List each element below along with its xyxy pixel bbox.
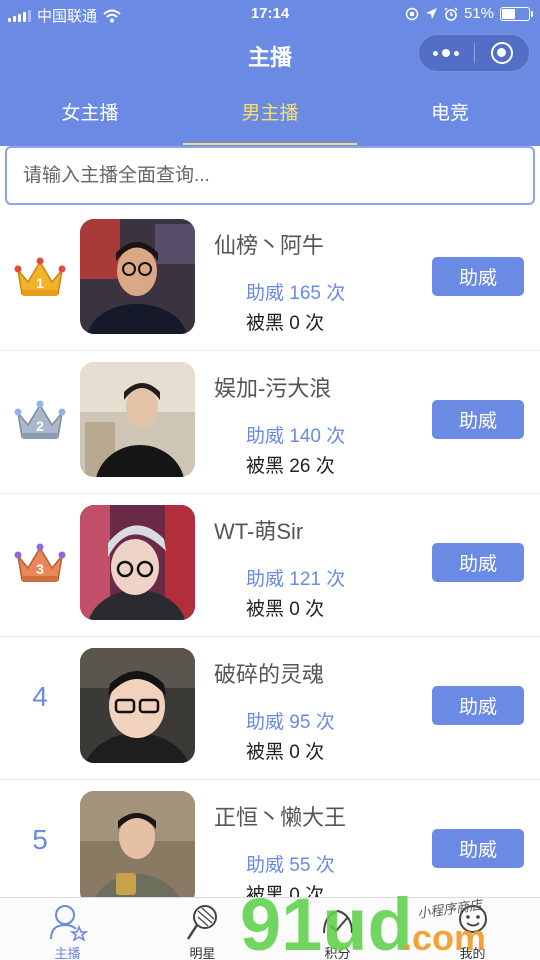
bronze-crown-icon: 3: [14, 543, 66, 582]
tabbar-item-streamers[interactable]: 主播: [0, 898, 135, 960]
more-dots-icon: [433, 49, 460, 57]
location-icon: [425, 8, 437, 19]
tabbar-label: 积分: [324, 946, 351, 960]
close-button[interactable]: [474, 34, 529, 72]
category-tabs: 女主播 男主播 电竞: [0, 84, 540, 146]
rank-number: 5: [32, 824, 48, 855]
cheer-button[interactable]: 助威: [432, 400, 524, 439]
cheer-count: 助威 140 次: [246, 426, 346, 447]
svg-text:1: 1: [36, 275, 44, 291]
list-item[interactable]: 3 WT-萌Sir 助威 121 次 被黑 0 次 助威: [0, 494, 540, 637]
battery-icon: [500, 6, 533, 21]
search-bar: [0, 146, 540, 208]
list-item[interactable]: 5 正恒丶懒大王 助威 55 次 被黑 0 次 助威: [0, 780, 540, 897]
streamer-name: WT-萌Sir: [214, 519, 304, 544]
battery-percent: 51%: [463, 5, 494, 22]
avatar[interactable]: [80, 219, 195, 334]
star-icon: [186, 905, 217, 940]
cheer-count: 助威 121 次: [246, 569, 346, 590]
alarm-icon: [444, 6, 458, 21]
cheer-button[interactable]: 助威: [432, 543, 524, 582]
streamer-icon: [49, 905, 88, 941]
points-icon: [322, 909, 353, 934]
avatar[interactable]: [80, 505, 195, 620]
cheer-button[interactable]: 助威: [432, 257, 524, 296]
tabbar-item-mine[interactable]: 我的: [405, 898, 540, 960]
streamer-name: 正恒丶懒大王: [214, 805, 347, 830]
battery-level: [502, 8, 515, 19]
black-count: 被黑 0 次: [246, 313, 325, 334]
orientation-lock-icon: [405, 7, 419, 20]
tabbar-label: 主播: [54, 946, 81, 960]
list-item[interactable]: 2 娱加-污大浪 助威 140 次 被黑 26 次 助威: [0, 351, 540, 494]
tab-female-streamers[interactable]: 女主播: [0, 84, 180, 146]
close-target-icon: [490, 42, 513, 64]
rank-number: 4: [32, 681, 48, 712]
cheer-count: 助威 165 次: [246, 283, 346, 304]
black-count: 被黑 26 次: [246, 456, 335, 477]
mini-program-capsule: [418, 34, 530, 72]
status-right: 51%: [405, 5, 533, 22]
gold-crown-icon: 1: [14, 257, 66, 296]
black-count: 被黑 0 次: [246, 885, 325, 897]
avatar[interactable]: [80, 648, 195, 763]
tabbar-label: 明星: [189, 946, 216, 960]
list-item[interactable]: 4 破碎的灵魂 助威 95 次 被黑 0 次 助威: [0, 637, 540, 780]
svg-text:3: 3: [36, 561, 44, 577]
black-count: 被黑 0 次: [246, 742, 325, 763]
black-count: 被黑 0 次: [246, 599, 325, 620]
profile-icon: [458, 905, 487, 933]
tabbar-label: 我的: [459, 946, 486, 960]
list-item[interactable]: 1 仙榜丶阿牛 助威 165 次 被黑 0 次 助威: [0, 208, 540, 351]
status-bar: 中国联通 17:14 51%: [0, 0, 540, 28]
cheer-button[interactable]: 助威: [432, 829, 524, 868]
cheer-count: 助威 55 次: [246, 855, 335, 876]
search-input[interactable]: [5, 146, 535, 205]
avatar[interactable]: [80, 362, 195, 477]
silver-crown-icon: 2: [14, 400, 66, 439]
avatar[interactable]: [80, 791, 195, 897]
streamer-name: 仙榜丶阿牛: [214, 233, 325, 258]
nav-bar: 主播: [0, 28, 540, 84]
streamer-list[interactable]: 1 仙榜丶阿牛 助威 165 次 被黑 0 次 助威 2 娱加-污大浪 助威 1…: [0, 208, 540, 897]
bottom-tab-bar: 主播 明星 积分 我的: [0, 897, 540, 960]
cheer-count: 助威 95 次: [246, 712, 335, 733]
tabbar-item-stars[interactable]: 明星: [135, 898, 270, 960]
streamer-name: 娱加-污大浪: [214, 376, 332, 401]
more-button[interactable]: [419, 34, 474, 72]
tabbar-item-points[interactable]: 积分: [270, 898, 405, 960]
tab-male-streamers[interactable]: 男主播: [180, 84, 360, 146]
tab-esports[interactable]: 电竞: [360, 84, 540, 146]
svg-text:2: 2: [36, 418, 44, 434]
cheer-button[interactable]: 助威: [432, 686, 524, 725]
streamer-name: 破碎的灵魂: [214, 662, 325, 687]
